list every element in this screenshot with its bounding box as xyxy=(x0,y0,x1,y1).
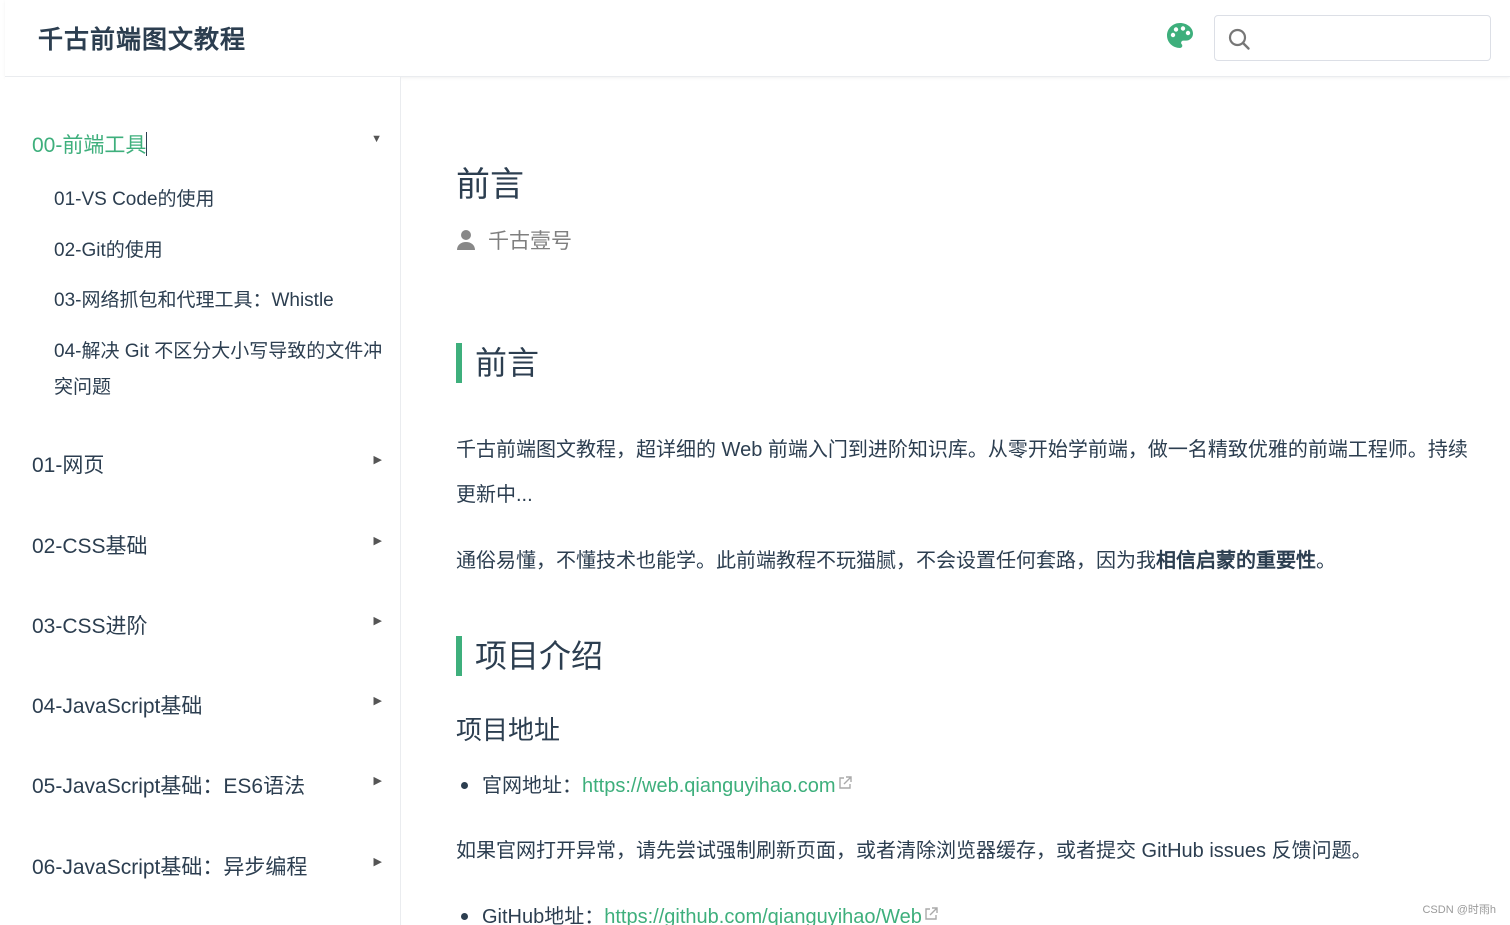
palette-icon[interactable] xyxy=(1164,20,1196,52)
caret-right-icon: ▶ xyxy=(373,615,382,627)
search-input[interactable] xyxy=(1259,24,1479,52)
caret-right-icon: ▶ xyxy=(373,535,382,547)
page-title: 前言 xyxy=(456,166,524,204)
sidebar-group-js-basic[interactable]: 04-JavaScript基础 ▶ xyxy=(32,690,382,720)
sidebar-group-tools[interactable]: 00-前端工具 ▼ xyxy=(32,129,382,159)
list-item-site: 官网地址：https://web.qianguyihao.com xyxy=(456,771,852,801)
para-text-end: 。 xyxy=(1316,550,1336,572)
watermark: CSDN @时雨h xyxy=(1422,904,1496,916)
caret-down-icon: ▼ xyxy=(371,133,382,145)
author-name: 千古壹号 xyxy=(488,230,572,253)
sidebar-item-git-case[interactable]: 04-解决 Git 不区分大小写导致的文件冲突问题 xyxy=(54,334,384,406)
external-link-icon xyxy=(925,907,938,920)
sidebar-group-label: 00-前端工具 xyxy=(32,134,147,157)
search-icon xyxy=(1228,28,1250,50)
sidebar-group-label: 03-CSS进阶 xyxy=(32,615,148,638)
caret-right-icon: ▶ xyxy=(373,454,382,466)
external-link-icon xyxy=(838,776,852,789)
section-heading-project: 项目介绍 xyxy=(456,636,603,676)
para-bold: 相信启蒙的重要性 xyxy=(1156,550,1316,572)
sidebar-group-css-basic[interactable]: 02-CSS基础 ▶ xyxy=(32,530,382,560)
sidebar-item-git[interactable]: 02-Git的使用 xyxy=(54,233,384,269)
sidebar-item-whistle[interactable]: 03-网络抓包和代理工具：Whistle xyxy=(54,283,384,319)
sidebar-group-label: 01-网页 xyxy=(32,454,105,477)
sidebar-group-label: 06-JavaScript基础：异步编程 xyxy=(32,856,308,879)
caret-right-icon: ▶ xyxy=(373,695,382,707)
author-row: 千古壹号 xyxy=(456,225,572,255)
navbar: 千古前端图文教程 xyxy=(5,0,1510,77)
site-label: 官网地址： xyxy=(482,775,582,797)
search-box[interactable] xyxy=(1214,15,1491,61)
sidebar-group-css-advanced[interactable]: 03-CSS进阶 ▶ xyxy=(32,610,382,640)
list-item-github: GitHub地址：https://github.com/qianguyihao/… xyxy=(456,902,938,925)
sidebar-group-js-async[interactable]: 06-JavaScript基础：异步编程 ▶ xyxy=(32,851,382,881)
subsection-heading-address: 项目地址 xyxy=(456,715,561,745)
philosophy-paragraph: 通俗易懂，不懂技术也能学。此前端教程不玩猫腻，不会设置任何套路，因为我相信启蒙的… xyxy=(456,539,1486,584)
caret-right-icon: ▶ xyxy=(373,775,382,787)
github-link[interactable]: https://github.com/qianguyihao/Web xyxy=(604,906,922,925)
github-label: GitHub地址： xyxy=(482,906,605,925)
site-title[interactable]: 千古前端图文教程 xyxy=(38,20,246,56)
notice-paragraph: 如果官网打开异常，请先尝试强制刷新页面，或者清除浏览器缓存，或者提交 GitHu… xyxy=(456,840,1372,862)
sidebar-group-js-es6[interactable]: 05-JavaScript基础：ES6语法 ▶ xyxy=(32,770,382,800)
para-text: 通俗易懂，不懂技术也能学。此前端教程不玩猫腻，不会设置任何套路，因为我 xyxy=(456,550,1156,572)
caret-right-icon: ▶ xyxy=(373,856,382,868)
text-cursor xyxy=(146,132,148,156)
site-link[interactable]: https://web.qianguyihao.com xyxy=(582,775,836,797)
sidebar: 00-前端工具 ▼ 01-VS Code的使用 02-Git的使用 03-网络抓… xyxy=(5,77,401,925)
user-icon xyxy=(457,230,475,250)
main-content: 前言 千古壹号 前言 千古前端图文教程，超详细的 Web 前端入门到进阶知识库。… xyxy=(401,77,1510,925)
sidebar-group-label: 02-CSS基础 xyxy=(32,535,148,558)
sidebar-item-vscode[interactable]: 01-VS Code的使用 xyxy=(54,182,384,218)
bullet-dot xyxy=(461,912,468,920)
sidebar-group-label: 05-JavaScript基础：ES6语法 xyxy=(32,775,306,798)
sidebar-group-label: 04-JavaScript基础 xyxy=(32,695,203,718)
intro-paragraph: 千古前端图文教程，超详细的 Web 前端入门到进阶知识库。从零开始学前端，做一名… xyxy=(456,439,1468,506)
section-heading-preface: 前言 xyxy=(456,343,539,383)
sidebar-group-webpage[interactable]: 01-网页 ▶ xyxy=(32,449,382,479)
bullet-dot xyxy=(461,781,468,789)
